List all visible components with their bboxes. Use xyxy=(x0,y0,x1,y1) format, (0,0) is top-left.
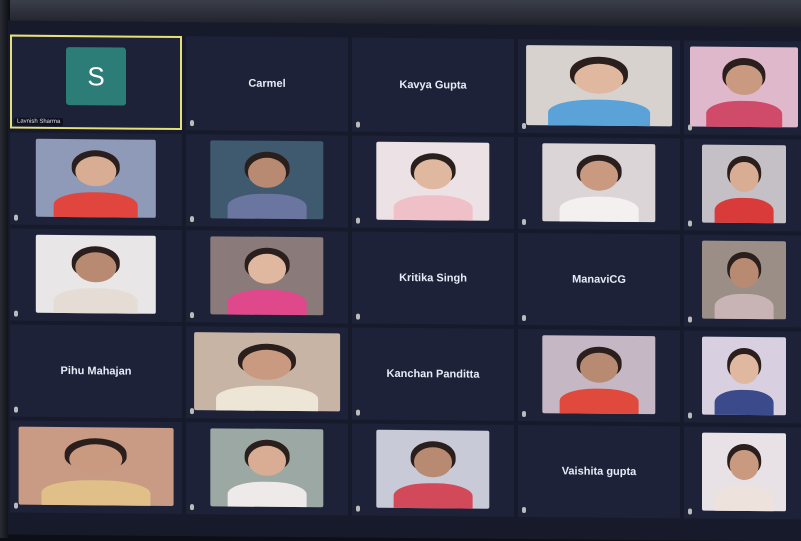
participant-name: Kanchan Panditta xyxy=(386,367,480,381)
participant-video xyxy=(542,143,656,223)
mic-icon xyxy=(14,214,18,221)
participant-video xyxy=(194,332,340,412)
participant-tile[interactable] xyxy=(10,420,182,515)
muted-mic-icon xyxy=(356,121,360,128)
mic-icon xyxy=(14,502,18,509)
participant-tile[interactable] xyxy=(684,426,801,520)
participant-tile[interactable]: Carmel xyxy=(186,36,348,132)
participant-tile[interactable] xyxy=(518,38,680,135)
mic-icon xyxy=(522,411,526,418)
participant-tile[interactable] xyxy=(10,228,182,323)
participant-tile[interactable] xyxy=(352,135,514,229)
participant-tile[interactable] xyxy=(186,422,348,516)
participant-video xyxy=(376,141,490,221)
participant-tile[interactable]: ManaviCG xyxy=(518,232,680,327)
participant-video xyxy=(35,234,157,314)
mic-icon xyxy=(190,312,194,319)
participant-name: Kritika Singh xyxy=(399,271,467,285)
mic-icon xyxy=(522,219,526,226)
participant-video xyxy=(526,45,672,127)
muted-mic-icon xyxy=(356,409,360,416)
participant-name: Carmel xyxy=(248,77,286,90)
participant-video xyxy=(542,335,656,415)
mic-icon xyxy=(688,412,692,419)
participant-tile[interactable] xyxy=(684,234,801,328)
participant-tile[interactable]: Pihu Mahajan xyxy=(10,324,182,419)
participant-tile[interactable]: Vaishita gupta xyxy=(518,424,680,519)
participant-tile[interactable] xyxy=(684,138,801,232)
muted-mic-icon xyxy=(190,120,194,127)
participant-video xyxy=(702,144,786,224)
mic-icon xyxy=(688,316,692,323)
muted-mic-icon xyxy=(522,315,526,322)
participant-tile[interactable]: S Lavnish Sharma xyxy=(10,34,182,131)
meeting-screen: S Lavnish Sharma Carmel Kavya Gupta Kritika … xyxy=(8,20,801,541)
participant-tile[interactable] xyxy=(186,230,348,324)
participant-video xyxy=(35,138,157,218)
participant-tile[interactable] xyxy=(186,134,348,228)
participant-avatar: S xyxy=(66,47,126,106)
mic-icon xyxy=(688,220,692,227)
participant-gallery: S Lavnish Sharma Carmel Kavya Gupta Kritika … xyxy=(10,34,801,540)
participant-tile[interactable]: Kritika Singh xyxy=(352,231,514,325)
participant-video xyxy=(376,429,490,509)
participant-name: Pihu Mahajan xyxy=(60,364,132,378)
participant-tile[interactable] xyxy=(684,330,801,424)
mic-icon xyxy=(688,124,692,131)
participant-name: Kavya Gupta xyxy=(399,78,467,92)
mic-icon xyxy=(14,310,18,317)
mic-icon xyxy=(190,216,194,223)
participant-video xyxy=(690,46,798,128)
participant-tile[interactable] xyxy=(186,326,348,420)
muted-mic-icon xyxy=(14,406,18,413)
participant-video xyxy=(18,426,174,506)
mic-icon xyxy=(688,508,692,515)
muted-mic-icon xyxy=(356,313,360,320)
participant-tile[interactable] xyxy=(352,423,514,517)
participant-name: Vaishita gupta xyxy=(561,465,637,479)
mic-icon xyxy=(356,217,360,224)
mic-icon xyxy=(190,504,194,511)
participant-video xyxy=(210,428,324,508)
participant-video xyxy=(702,336,786,416)
participant-video xyxy=(702,432,786,512)
participant-video xyxy=(210,236,324,316)
participant-tile[interactable] xyxy=(10,132,182,227)
participant-tile[interactable]: Kanchan Panditta xyxy=(352,327,514,421)
mic-icon xyxy=(190,408,194,415)
mic-icon xyxy=(522,123,526,130)
participant-video xyxy=(702,240,786,320)
participant-name-tag: Lavnish Sharma xyxy=(14,117,64,127)
participant-tile[interactable]: Kavya Gupta xyxy=(352,37,514,133)
participant-tile[interactable] xyxy=(518,328,680,423)
participant-tile[interactable] xyxy=(684,40,801,136)
participant-tile[interactable] xyxy=(518,136,680,231)
participant-video xyxy=(210,140,324,220)
mic-icon xyxy=(356,505,360,512)
muted-mic-icon xyxy=(522,507,526,514)
participant-name: ManaviCG xyxy=(572,273,626,286)
